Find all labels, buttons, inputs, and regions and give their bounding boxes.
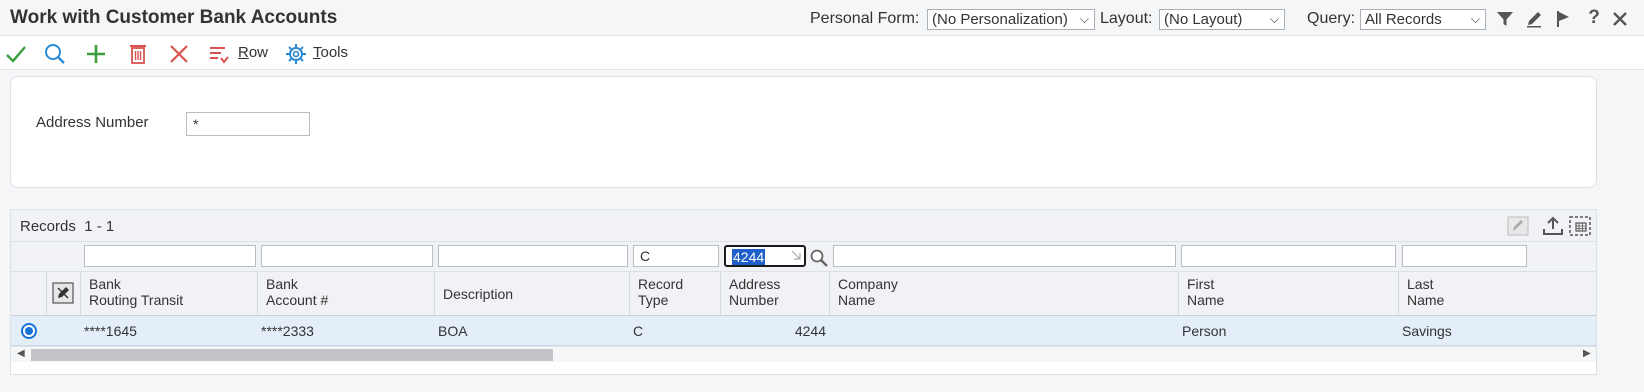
column-header-bank-account[interactable]: Bank Account #: [257, 272, 434, 316]
column-header-bank-routing-line2: Routing Transit: [89, 292, 184, 308]
personal-form-select[interactable]: (No Personalization) ⌵: [927, 9, 1095, 30]
grid-header-row: Bank Routing Transit Bank Account # Desc…: [11, 272, 1596, 316]
row-exit-icon[interactable]: [52, 282, 74, 304]
column-header-bank-routing-line1: Bank: [89, 276, 121, 292]
row-menu-label-rest: ow: [248, 44, 269, 61]
gear-icon[interactable]: [284, 42, 308, 66]
qbe-last-name-input[interactable]: [1402, 245, 1527, 267]
add-icon[interactable]: [84, 42, 108, 66]
row-menu-icon[interactable]: [207, 42, 231, 66]
qbe-record-type-input[interactable]: C: [633, 245, 719, 267]
cell-first-name: Person: [1182, 323, 1227, 339]
find-icon[interactable]: [43, 42, 67, 66]
column-header-first-name-line1: First: [1187, 276, 1215, 292]
table-row[interactable]: ****1645 ****2333 BOA C 4244 Person Savi…: [11, 316, 1596, 346]
grid-toolbar: Records 1 - 1: [11, 210, 1596, 242]
column-header-first-name-line2: Name: [1187, 292, 1225, 308]
horizontal-scrollbar[interactable]: ◀ ▶: [11, 346, 1596, 362]
column-header-description-label: Description: [443, 286, 514, 302]
qbe-filter-row: C 4244: [11, 242, 1596, 272]
column-header-address-number[interactable]: Address Number: [720, 272, 829, 316]
cell-address-number: 4244: [794, 323, 826, 339]
flag-icon[interactable]: [1553, 9, 1573, 29]
search-icon[interactable]: [809, 248, 829, 268]
column-header-address-number-line2: Number: [729, 292, 779, 308]
column-header-bank-account-line2: Account #: [266, 292, 329, 308]
tools-menu-label-underlined: T: [313, 44, 321, 61]
layout-label: Layout:: [1100, 10, 1153, 27]
qbe-first-name-input[interactable]: [1181, 245, 1396, 267]
column-header-company-name-line1: Company: [838, 276, 898, 292]
search-criteria-panel: Address Number *: [10, 76, 1597, 188]
grid-edit-icon[interactable]: [1506, 215, 1530, 237]
scrollbar-thumb[interactable]: [31, 349, 553, 361]
column-header-last-name-line1: Last: [1407, 276, 1434, 292]
cell-bank-routing: ****1645: [84, 323, 137, 339]
page-header: Work with Customer Bank Accounts Persona…: [0, 0, 1644, 36]
close-icon[interactable]: [1610, 9, 1630, 29]
query-select[interactable]: All Records ⌵: [1360, 9, 1486, 30]
records-label: Records: [20, 218, 76, 235]
records-count: Records 1 - 1: [20, 218, 114, 235]
scroll-right-icon[interactable]: ▶: [1583, 348, 1591, 359]
filter-icon[interactable]: [1495, 9, 1515, 29]
tools-menu-label-rest: ools: [320, 44, 349, 61]
row-menu-button[interactable]: Row: [238, 44, 268, 61]
column-header-company-name-line2: Name: [838, 292, 876, 308]
cancel-icon[interactable]: [167, 42, 191, 66]
layout-select[interactable]: (No Layout) ⌵: [1159, 9, 1285, 30]
column-header-description[interactable]: Description: [434, 272, 629, 316]
chevron-down-icon: ⌵: [1079, 12, 1089, 26]
column-header-bank-account-line1: Bank: [266, 276, 298, 292]
toolbar: Row Tools: [0, 36, 1644, 70]
chevron-down-icon: ⌵: [1269, 12, 1279, 26]
personal-form-value: (No Personalization): [932, 11, 1068, 28]
address-number-input[interactable]: *: [186, 112, 310, 136]
chevron-down-icon: ⌵: [1470, 12, 1480, 26]
qbe-bank-account-input[interactable]: [261, 245, 433, 267]
qbe-address-number-value: 4244: [732, 249, 766, 265]
delete-icon[interactable]: [126, 42, 150, 66]
column-header-first-name[interactable]: First Name: [1178, 272, 1398, 316]
row-exit-header[interactable]: [46, 272, 80, 316]
query-value: All Records: [1365, 11, 1442, 28]
personal-form-label: Personal Form:: [810, 10, 920, 27]
column-header-record-type[interactable]: Record Type: [629, 272, 720, 316]
cell-description: BOA: [438, 323, 468, 339]
column-header-last-name[interactable]: Last Name: [1398, 272, 1596, 316]
qbe-description-input[interactable]: [438, 245, 628, 267]
results-grid: Records 1 - 1 C 4244 Bank Routing Transi…: [10, 209, 1597, 375]
cell-last-name: Savings: [1402, 323, 1452, 339]
records-range: 1 - 1: [84, 218, 115, 235]
layout-value: (No Layout): [1164, 11, 1243, 28]
address-number-label: Address Number: [36, 114, 149, 131]
column-header-company-name[interactable]: Company Name: [829, 272, 1178, 316]
qbe-company-name-input[interactable]: [833, 245, 1176, 267]
grid-format-icon[interactable]: [1568, 215, 1592, 237]
qbe-bank-routing-input[interactable]: [84, 245, 256, 267]
column-header-record-type-line2: Type: [638, 292, 669, 308]
scroll-left-icon[interactable]: ◀: [17, 348, 25, 359]
row-select-radio[interactable]: [21, 323, 37, 339]
column-header-record-type-line1: Record: [638, 276, 684, 292]
ok-icon[interactable]: [4, 42, 28, 66]
help-icon[interactable]: ?: [1584, 7, 1604, 28]
resize-corner-icon: [791, 250, 801, 260]
column-header-last-name-line2: Name: [1407, 292, 1445, 308]
qbe-address-number-input[interactable]: 4244: [724, 245, 806, 267]
row-menu-label-underlined: R: [238, 44, 249, 61]
edit-icon[interactable]: [1524, 9, 1544, 29]
column-header-address-number-line1: Address: [729, 276, 781, 292]
export-icon[interactable]: [1541, 215, 1565, 237]
page-title: Work with Customer Bank Accounts: [10, 7, 338, 28]
query-label: Query:: [1307, 10, 1356, 27]
cell-record-type: C: [633, 323, 644, 339]
tools-menu-button[interactable]: Tools: [313, 44, 348, 61]
column-header-bank-routing[interactable]: Bank Routing Transit: [80, 272, 257, 316]
cell-bank-account: ****2333: [261, 323, 314, 339]
